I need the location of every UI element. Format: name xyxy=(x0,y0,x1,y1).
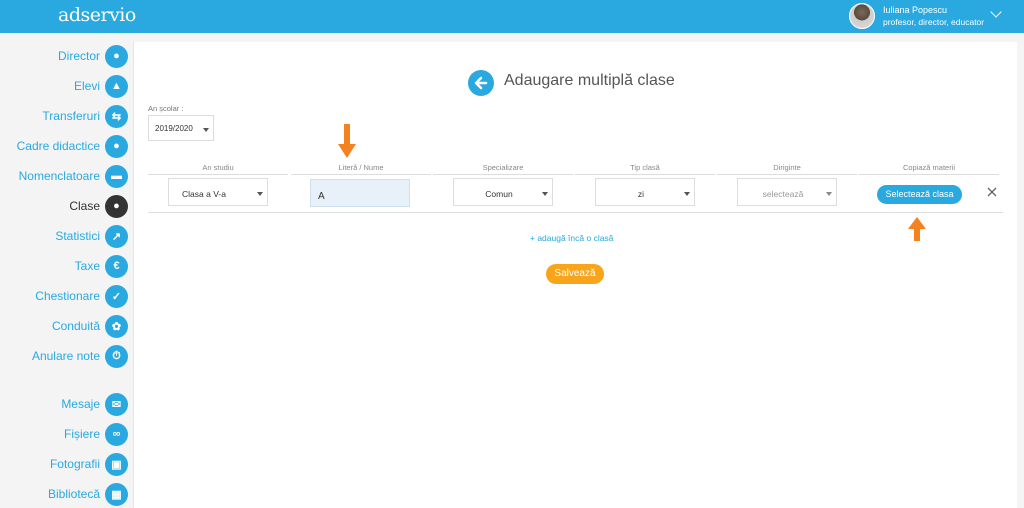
sidebar-item-label: Mesaje xyxy=(61,397,100,411)
caret-down-icon xyxy=(203,128,209,132)
add-class-link[interactable]: + adaugă încă o clasă xyxy=(530,233,613,243)
sidebar-item-label: Cadre didactice xyxy=(16,139,100,153)
trend-line-icon: ↗ xyxy=(105,224,128,248)
chevron-down-icon xyxy=(990,6,1002,18)
column-header-nume: Literă / Nume xyxy=(291,163,431,175)
euro-coin-icon: € xyxy=(105,254,128,278)
page-title: Adaugare multiplă clase xyxy=(504,72,675,89)
sidebar-item-label: Clase xyxy=(69,199,100,213)
column-header-tip-clasa: Tip clasă xyxy=(575,163,715,175)
sidebar-item-transferuri[interactable]: Transferuri ⇆ xyxy=(42,103,128,129)
diriginte-value: selectează xyxy=(762,189,804,199)
sidebar-item-taxe[interactable]: Taxe € xyxy=(75,253,128,279)
envelope-icon: ✉ xyxy=(105,392,128,416)
user-role: profesor, director, educator xyxy=(883,17,985,27)
teacher-icon: ● xyxy=(105,134,128,158)
arrow-left-icon xyxy=(474,76,488,90)
sidebar-item-label: Fișiere xyxy=(63,427,100,441)
app-logo[interactable]: adservio xyxy=(58,4,136,26)
sidebar-item-conduita[interactable]: Conduită ✿ xyxy=(52,313,128,339)
sidebar: Director ● Elevi ▲ Transferuri ⇆ Cadre dida… xyxy=(0,33,133,508)
sidebar-item-biblioteca[interactable]: Bibliotecă ▦ xyxy=(48,481,128,507)
column-header-specializare: Specializare xyxy=(433,163,573,175)
tip-clasa-select[interactable]: zi xyxy=(595,178,695,206)
sidebar-item-label: Director xyxy=(57,49,100,63)
sidebar-item-elevi[interactable]: Elevi ▲ xyxy=(74,73,128,99)
annotation-arrow-down-icon xyxy=(338,124,356,158)
sidebar-item-fisiere[interactable]: Fișiere ∞ xyxy=(64,421,128,447)
user-name: Iuliana Popescu xyxy=(883,5,948,15)
avatar xyxy=(849,3,875,29)
graduate-icon: ▲ xyxy=(105,74,128,98)
sidebar-item-label: Conduită xyxy=(51,319,100,333)
timer-hand-icon: ⏱ xyxy=(105,344,128,368)
column-header-an-studiu: An studiu xyxy=(148,163,288,175)
column-header-copiaza-materii: Copiază materii xyxy=(859,163,999,175)
tip-clasa-value: zi xyxy=(637,189,645,199)
list-bar-icon: ▬ xyxy=(105,164,128,188)
sidebar-item-fotografii[interactable]: Fotografii ▣ xyxy=(50,451,128,477)
photos-icon: ▣ xyxy=(105,452,128,476)
close-icon xyxy=(987,187,997,197)
an-studiu-select[interactable]: Clasa a V-a xyxy=(168,178,268,206)
sidebar-item-label: Taxe xyxy=(74,259,100,273)
an-studiu-value: Clasa a V-a xyxy=(182,189,226,199)
caret-down-icon xyxy=(257,192,263,196)
sidebar-item-clase[interactable]: Clase ● xyxy=(69,193,128,219)
main-panel: Adaugare multiplă clase An școlar : 2019… xyxy=(133,42,1017,508)
save-button[interactable]: Salvează xyxy=(546,264,604,284)
sidebar-item-label: Bibliotecă xyxy=(47,487,100,501)
row-divider xyxy=(148,212,1003,213)
person-tie-icon: ● xyxy=(105,44,128,68)
remove-row-button[interactable] xyxy=(985,185,999,199)
sidebar-item-anulare-note[interactable]: Anulare note ⏱ xyxy=(32,343,128,369)
specializare-select[interactable]: Comun xyxy=(453,178,553,206)
diriginte-select[interactable]: selectează xyxy=(737,178,837,206)
class-name-input[interactable] xyxy=(310,179,410,207)
column-header-diriginte: Diriginte xyxy=(717,163,857,175)
sidebar-item-label: Chestionare xyxy=(35,289,100,303)
caret-down-icon xyxy=(684,192,690,196)
sidebar-item-mesaje[interactable]: Mesaje ✉ xyxy=(61,391,128,417)
sidebar-item-label: Transferuri xyxy=(42,109,100,123)
sidebar-item-director[interactable]: Director ● xyxy=(58,43,128,69)
books-icon: ▦ xyxy=(105,482,128,506)
user-menu[interactable]: Iuliana Popescu profesor, director, educ… xyxy=(849,2,1019,30)
sidebar-item-label: Nomenclatoare xyxy=(18,169,100,183)
caret-down-icon xyxy=(826,192,832,196)
school-year-value: 2019/2020 xyxy=(155,124,193,133)
sidebar-item-label: Anulare note xyxy=(31,349,100,363)
sidebar-item-label: Statistici xyxy=(55,229,100,243)
caret-down-icon xyxy=(542,192,548,196)
annotation-arrow-up-icon xyxy=(908,217,926,241)
sidebar-item-label: Fotografii xyxy=(49,457,100,471)
sidebar-item-chestionare[interactable]: Chestionare ✓ xyxy=(35,283,128,309)
transfer-arrows-icon: ⇆ xyxy=(105,104,128,128)
sidebar-item-nomenclatoare[interactable]: Nomenclatoare ▬ xyxy=(19,163,128,189)
top-bar: adservio Iuliana Popescu profesor, direc… xyxy=(0,0,1024,33)
sidebar-item-cadre-didactice[interactable]: Cadre didactice ● xyxy=(17,133,128,159)
medal-icon: ✿ xyxy=(105,314,128,338)
select-class-button[interactable]: Selectează clasa xyxy=(877,185,962,204)
school-year-select[interactable]: 2019/2020 xyxy=(148,115,214,141)
back-button[interactable] xyxy=(468,70,494,96)
specializare-value: Comun xyxy=(485,189,513,199)
group-icon: ● xyxy=(105,194,128,218)
sidebar-item-statistici[interactable]: Statistici ↗ xyxy=(55,223,128,249)
paperclip-icon: ∞ xyxy=(105,422,128,446)
checklist-icon: ✓ xyxy=(105,284,128,308)
sidebar-item-label: Elevi xyxy=(73,79,100,93)
school-year-label: An școlar : xyxy=(148,104,184,113)
